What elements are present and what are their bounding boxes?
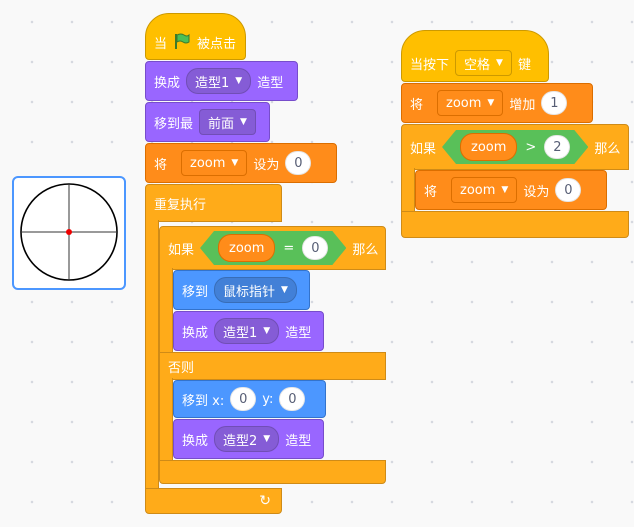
dropdown-value: zoom — [460, 182, 496, 198]
x-input[interactable]: 0 — [230, 387, 257, 411]
hat-prefix: 当 — [154, 37, 168, 52]
go-to-front-block[interactable]: 移到最 前面 ▼ — [145, 102, 270, 142]
block-label: 换成 — [182, 433, 209, 449]
key-dropdown[interactable]: 空格 ▼ — [455, 50, 512, 76]
block-label: 将 — [424, 184, 438, 200]
value-input[interactable]: 0 — [285, 151, 312, 175]
value-input[interactable]: 0 — [555, 178, 582, 202]
block-label: 将 — [410, 97, 424, 113]
layer-dropdown[interactable]: 前面 ▼ — [199, 109, 256, 135]
dropdown-value: 造型1 — [223, 325, 258, 341]
value-input[interactable]: 0 — [302, 236, 328, 260]
value-input[interactable]: 1 — [541, 91, 568, 115]
chevron-down-icon: ▼ — [487, 98, 495, 108]
set-variable-block[interactable]: 将 zoom ▼ 设为 0 — [145, 143, 337, 183]
hat-suffix: 被点击 — [197, 37, 237, 52]
block-mid: 增加 — [509, 97, 536, 113]
chevron-down-icon: ▼ — [240, 117, 247, 127]
if-arm-top — [159, 268, 173, 360]
if-else-block[interactable]: 如果 zoom = 0 那么 — [159, 226, 386, 270]
costume-dropdown[interactable]: 造型1 ▼ — [214, 318, 280, 344]
chevron-down-icon: ▼ — [235, 76, 243, 86]
hat-suffix: 键 — [517, 57, 531, 73]
switch-costume-block[interactable]: 换成 造型2 ▼ 造型 — [173, 419, 324, 459]
greater-than-operator[interactable]: zoom > 2 — [442, 130, 588, 164]
costume-dropdown[interactable]: 造型2 ▼ — [214, 426, 280, 452]
block-mid: 设为 — [253, 157, 280, 173]
forever-block[interactable]: 重复执行 — [145, 184, 282, 222]
block-label: 移到最 — [154, 116, 194, 132]
block-label: 如果 — [168, 242, 195, 258]
else-bar: 否则 — [159, 352, 386, 380]
if-arm — [401, 168, 415, 214]
repeat-arrow-icon: ↻ — [259, 493, 271, 509]
if-block[interactable]: 如果 zoom > 2 那么 — [401, 124, 629, 170]
block-then: 那么 — [594, 141, 621, 157]
sprite-thumbnail[interactable] — [12, 176, 126, 290]
hat-prefix: 当按下 — [410, 57, 450, 73]
switch-costume-block[interactable]: 换成 造型1 ▼ 造型 — [145, 61, 298, 101]
dropdown-value: zoom — [446, 95, 482, 111]
chevron-down-icon: ▼ — [501, 185, 509, 195]
dropdown-value: 空格 — [464, 57, 491, 73]
go-to-block[interactable]: 移到 鼠标指针 ▼ — [173, 270, 310, 310]
chevron-down-icon: ▼ — [496, 58, 503, 68]
equals-operator[interactable]: zoom = 0 — [200, 231, 346, 265]
y-input[interactable]: 0 — [279, 387, 306, 411]
block-label: 移到 — [182, 284, 209, 300]
forever-arm — [145, 220, 159, 492]
green-flag-icon — [173, 32, 191, 54]
circle-crosshair-costume — [20, 183, 118, 281]
when-flag-clicked-block[interactable]: 当 被点击 — [145, 13, 246, 60]
dropdown-value: 造型1 — [195, 75, 230, 91]
chevron-down-icon: ▼ — [263, 326, 271, 336]
variable-dropdown[interactable]: zoom ▼ — [451, 177, 518, 203]
block-suffix: 造型 — [285, 325, 312, 341]
forever-footer: ↻ — [145, 488, 282, 514]
change-variable-block[interactable]: 将 zoom ▼ 增加 1 — [401, 83, 593, 123]
block-mid: 设为 — [523, 184, 550, 200]
if-footer — [401, 211, 629, 238]
block-label: 换成 — [182, 325, 209, 341]
y-label: y: — [262, 391, 274, 407]
operator-symbol: > — [525, 139, 537, 155]
block-suffix: 造型 — [285, 433, 312, 449]
chevron-down-icon: ▼ — [231, 158, 239, 168]
dropdown-value: 鼠标指针 — [223, 284, 276, 300]
if-footer — [159, 460, 386, 484]
block-then: 那么 — [352, 242, 379, 258]
dropdown-value: zoom — [190, 155, 226, 171]
dropdown-value: 前面 — [208, 116, 235, 132]
block-label: 如果 — [410, 141, 437, 157]
when-key-pressed-block[interactable]: 当按下 空格 ▼ 键 — [401, 30, 549, 82]
chevron-down-icon: ▼ — [281, 285, 288, 295]
variable-reporter[interactable]: zoom — [218, 234, 275, 262]
block-label: 换成 — [154, 75, 181, 91]
variable-dropdown[interactable]: zoom ▼ — [181, 150, 248, 176]
go-to-xy-block[interactable]: 移到 x: 0 y: 0 — [173, 380, 326, 418]
operator-symbol: = — [283, 240, 295, 256]
block-label: 重复执行 — [154, 197, 207, 213]
if-arm-bottom — [159, 378, 173, 462]
costume-dropdown[interactable]: 造型1 ▼ — [186, 68, 252, 94]
variable-dropdown[interactable]: zoom ▼ — [437, 90, 504, 116]
block-label: 将 — [154, 157, 168, 173]
dropdown-value: 造型2 — [223, 433, 258, 449]
variable-reporter[interactable]: zoom — [460, 133, 517, 161]
else-label: 否则 — [168, 360, 195, 376]
block-label: 移到 x: — [182, 393, 225, 409]
block-suffix: 造型 — [257, 75, 284, 91]
set-variable-block[interactable]: 将 zoom ▼ 设为 0 — [415, 170, 607, 210]
target-dropdown[interactable]: 鼠标指针 ▼ — [214, 277, 297, 303]
switch-costume-block[interactable]: 换成 造型1 ▼ 造型 — [173, 311, 324, 351]
chevron-down-icon: ▼ — [263, 434, 271, 444]
value-input[interactable]: 2 — [544, 135, 570, 159]
